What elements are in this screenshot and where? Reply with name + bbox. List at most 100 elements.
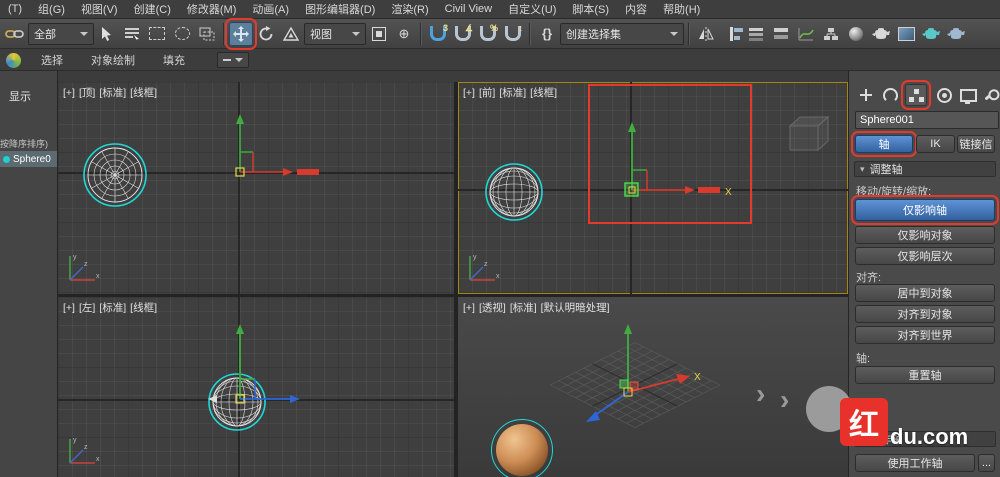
tab-modify-icon[interactable] — [879, 84, 901, 106]
render-iterative-icon[interactable] — [944, 22, 968, 46]
affect-pivot-only-button[interactable]: 仅影响轴 — [851, 195, 999, 225]
selection-filter-dropdown[interactable]: 全部 — [28, 22, 94, 45]
use-working-pivot-button[interactable]: 使用工作轴 — [855, 454, 975, 472]
tab-hierarchy-icon[interactable] — [901, 80, 931, 110]
ribbon-tab-object-paint[interactable]: 对象绘制 — [77, 52, 149, 68]
viewport-menu-standard[interactable]: [标准] — [499, 87, 526, 99]
use-pivot-point-center-icon[interactable] — [367, 22, 391, 46]
sphere-object-front-view[interactable] — [484, 162, 544, 222]
menu-item-help[interactable]: 帮助(H) — [655, 1, 708, 17]
curve-editor-icon[interactable] — [794, 22, 818, 46]
menu-item-civil-view[interactable]: Civil View — [437, 3, 500, 15]
select-and-rotate-icon[interactable] — [254, 22, 278, 46]
link-info-tab-button[interactable]: 链接信 — [957, 135, 995, 153]
tab-motion-icon[interactable] — [933, 84, 955, 106]
viewport-menu-general[interactable]: [+] — [63, 87, 75, 99]
viewport-menu-shading[interactable]: [线框] — [130, 302, 157, 314]
render-production-icon[interactable] — [919, 22, 943, 46]
ribbon-minimize-dropdown[interactable] — [217, 52, 249, 68]
viewport-menu-general[interactable]: [+] — [63, 302, 75, 314]
align-to-object-button[interactable]: 对齐到对象 — [855, 305, 995, 323]
named-selection-sets-dropdown[interactable]: 创建选择集 — [560, 22, 684, 45]
ribbon-tab-select[interactable]: 选择 — [27, 52, 77, 68]
material-editor-icon[interactable] — [844, 22, 868, 46]
viewport-menu-pov[interactable]: [前] — [479, 87, 495, 99]
render-setup-icon[interactable] — [869, 22, 893, 46]
menu-item-tools[interactable]: (T) — [0, 3, 30, 15]
center-to-object-button[interactable]: 居中到对象 — [855, 284, 995, 302]
reset-pivot-button[interactable]: 重置轴 — [855, 366, 995, 384]
sphere-object-top-view[interactable] — [82, 142, 148, 208]
viewport-perspective[interactable]: [+] [透视] [标准] [默认明暗处理] X — [458, 297, 848, 477]
tab-utilities-icon[interactable] — [979, 84, 1000, 106]
viewport-menu-pov[interactable]: [顶] — [79, 87, 95, 99]
move-gizmo[interactable] — [185, 322, 325, 415]
menu-item-modifiers[interactable]: 修改器(M) — [179, 1, 245, 17]
affect-object-only-button[interactable]: 仅影响对象 — [855, 226, 995, 244]
mirror-icon[interactable] — [694, 22, 718, 46]
select-and-link-icon[interactable] — [3, 22, 27, 46]
menu-item-group[interactable]: 组(G) — [30, 1, 73, 17]
rendered-frame-window-icon[interactable] — [894, 22, 918, 46]
chevron-down-icon — [670, 31, 678, 36]
edit-named-selection-sets-icon[interactable]: {} — [535, 22, 559, 46]
viewport-menu-standard[interactable]: [标准] — [99, 302, 126, 314]
percent-snap-icon[interactable]: % — [476, 22, 500, 46]
reference-coordinate-value: 视图 — [310, 28, 332, 41]
lasso-selection-region-icon[interactable] — [170, 22, 194, 46]
viewport-menu-standard[interactable]: [标准] — [99, 87, 126, 99]
viewport-menu-shading[interactable]: [线框] — [530, 87, 557, 99]
menu-item-graph-editors[interactable]: 图形编辑器(D) — [297, 1, 383, 17]
move-gizmo[interactable]: X — [560, 322, 720, 432]
rectangular-selection-region-icon[interactable] — [145, 22, 169, 46]
spinner-snap-icon[interactable]: ↕ — [501, 22, 525, 46]
move-gizmo[interactable] — [195, 110, 325, 185]
menu-item-animation[interactable]: 动画(A) — [244, 1, 297, 17]
object-name-field[interactable]: Sphere001 — [855, 111, 999, 129]
watermark-chevron: › — [780, 384, 790, 415]
viewport-menu-shading[interactable]: [默认明暗处理] — [541, 302, 610, 314]
select-and-move-button[interactable] — [225, 17, 257, 50]
sphere-object-shaded[interactable] — [491, 419, 553, 477]
viewport-menu-pov[interactable]: [透视] — [479, 302, 506, 314]
select-by-name-icon[interactable] — [120, 22, 144, 46]
viewport-menu-pov[interactable]: [左] — [79, 302, 95, 314]
viewport-menu-general[interactable]: [+] — [463, 87, 475, 99]
viewport-menu-standard[interactable]: [标准] — [510, 302, 537, 314]
window-crossing-icon[interactable] — [195, 22, 219, 46]
graphite-modeling-icon[interactable] — [6, 52, 21, 68]
menu-item-scripting[interactable]: 脚本(S) — [564, 1, 617, 17]
affect-hierarchy-only-button[interactable]: 仅影响层次 — [855, 247, 995, 265]
reference-coordinate-dropdown[interactable]: 视图 — [304, 22, 366, 45]
align-icon[interactable] — [719, 22, 743, 46]
menu-item-create[interactable]: 创建(C) — [126, 1, 179, 17]
snap-toggle-3d-icon[interactable]: 3 — [426, 22, 450, 46]
ik-tab-button[interactable]: IK — [916, 135, 955, 153]
ribbon-toggle-icon[interactable] — [769, 22, 793, 46]
panel-overflow-button[interactable]: ... — [978, 454, 995, 472]
ribbon-tab-populate[interactable]: 填充 — [149, 52, 199, 68]
viewport-menu-shading[interactable]: [线框] — [130, 87, 157, 99]
pivot-tab-button[interactable]: 轴 — [851, 131, 917, 157]
tab-display-icon[interactable] — [957, 84, 979, 106]
select-object-icon[interactable] — [95, 22, 119, 46]
menu-item-content[interactable]: 内容 — [617, 1, 655, 17]
select-and-scale-icon[interactable] — [279, 22, 303, 46]
viewport-left[interactable]: [+] [左] [标准] [线框] — [58, 297, 454, 477]
viewport-menu-general[interactable]: [+] — [463, 302, 475, 314]
viewport-front[interactable]: [+] [前] [标准] [线框] X — [458, 82, 848, 294]
viewport-top[interactable]: [+] [顶] [标准] [线框] — [58, 82, 454, 294]
menu-item-views[interactable]: 视图(V) — [73, 1, 126, 17]
viewcube[interactable] — [782, 112, 830, 160]
select-and-manipulate-icon[interactable]: ⊕ — [392, 22, 416, 46]
scene-explorer-item-sphere[interactable]: Sphere0 — [0, 151, 57, 167]
move-gizmo[interactable]: X — [585, 118, 745, 205]
menu-item-rendering[interactable]: 渲染(R) — [383, 1, 436, 17]
schematic-view-icon[interactable] — [819, 22, 843, 46]
angle-snap-icon[interactable]: ∠ — [451, 22, 475, 46]
adjust-pivot-rollout[interactable]: ▾ 调整轴 — [854, 161, 996, 177]
tab-create-icon[interactable] — [855, 84, 877, 106]
layer-explorer-icon[interactable] — [744, 22, 768, 46]
align-to-world-button[interactable]: 对齐到世界 — [855, 326, 995, 344]
menu-item-customize[interactable]: 自定义(U) — [500, 1, 564, 17]
